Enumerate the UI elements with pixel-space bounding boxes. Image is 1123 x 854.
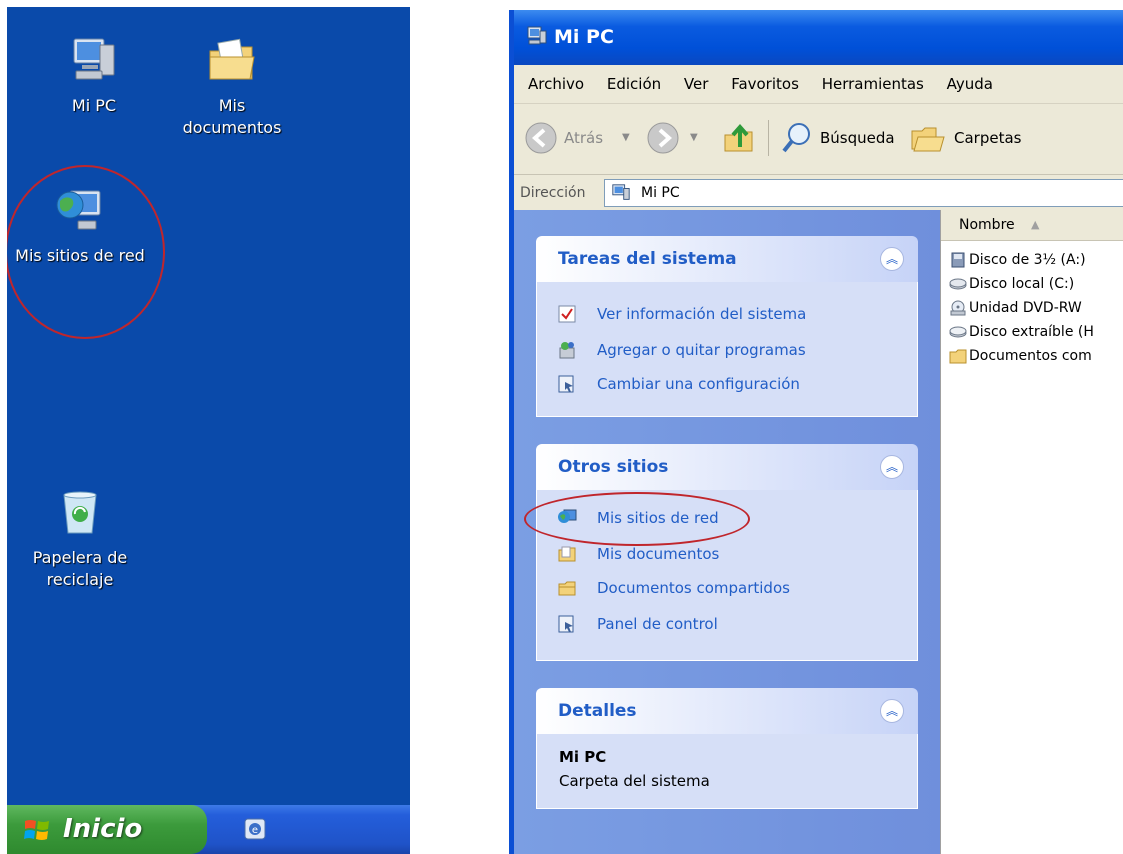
desktop-icon-label: Mi PC [71,96,117,115]
dvd-drive-icon [950,300,966,316]
column-label: Nombre [959,217,1015,233]
file-label: Disco local (C:) [969,276,1075,292]
search-button[interactable]: Búsqueda [780,118,900,158]
other-places-header[interactable]: Otros sitios ︽ [536,444,918,490]
back-dropdown-icon[interactable]: ▼ [622,118,630,158]
highlight-circle-taskpane [524,492,750,546]
up-folder-button[interactable] [722,118,758,158]
add-remove-programs-icon [559,342,575,359]
computer-icon [73,38,115,80]
file-list-pane: Nombre ▲ Disco de 3½ (A:) Disco local (C… [940,210,1123,854]
details-description: Carpeta del sistema [559,772,710,790]
search-label: Búsqueda [820,129,895,147]
folders-icon [911,127,945,152]
computer-icon [527,26,547,45]
collapse-chevron-icon[interactable]: ︽ [880,247,904,271]
explorer-window: Mi PC Archivo Edición Ver Favoritos Herr… [509,10,1123,854]
highlight-circle-desktop [7,165,165,339]
address-value: Mi PC [641,185,680,201]
hard-disk-icon [949,278,967,290]
forward-button[interactable]: ▼ [646,118,706,158]
menu-file[interactable]: Archivo [514,65,593,103]
svg-text:e: e [252,825,258,836]
toolbar-separator [768,120,769,156]
other-places-title: Otros sitios [558,457,669,477]
address-bar: Dirección Mi PC [514,175,1123,212]
sort-ascending-icon: ▲ [1031,218,1040,231]
details-body: Mi PC Carpeta del sistema [536,734,918,809]
search-icon [782,123,810,153]
details-title: Detalles [558,701,637,721]
system-tasks-header[interactable]: Tareas del sistema ︽ [536,236,918,282]
control-panel-icon [558,375,574,393]
recycle-bin-icon [63,491,97,534]
file-label: Disco de 3½ (A:) [969,252,1086,268]
window-title: Mi PC [554,26,614,48]
folders-label: Carpetas [954,129,1022,147]
computer-icon [612,184,630,200]
desktop-icon-label: Mis documentos [182,96,282,137]
system-tasks-title: Tareas del sistema [558,249,737,269]
start-button[interactable]: Inicio [7,805,207,854]
system-info-icon [558,305,576,323]
details-group: Detalles ︽ Mi PC Carpeta del sistema [536,688,918,809]
file-label: Unidad DVD-RW [969,300,1082,316]
details-header[interactable]: Detalles ︽ [536,688,918,734]
quick-launch-icon[interactable]: e [243,817,267,841]
folder-icon [949,349,967,364]
menu-bar: Archivo Edición Ver Favoritos Herramient… [514,65,1123,104]
address-field[interactable]: Mi PC [604,179,1123,207]
menu-tools[interactable]: Herramientas [813,65,933,103]
removable-disk-icon [949,326,967,338]
column-header-name[interactable]: Nombre ▲ [941,210,1123,241]
place-label: Documentos compartidos [597,579,790,597]
start-label: Inicio [63,814,143,844]
file-label: Documentos com [969,348,1092,364]
task-label: Ver información del sistema [597,305,807,323]
menu-edit[interactable]: Edición [598,65,670,103]
folders-button[interactable]: Carpetas [910,118,1040,158]
desktop-icon-label: Papelera de reciclaje [32,548,128,589]
collapse-chevron-icon[interactable]: ︽ [880,699,904,723]
title-bar[interactable]: Mi PC [514,10,1123,65]
forward-dropdown-icon[interactable]: ▼ [690,118,698,158]
toolbar: Atrás ▼ ▼ Búsqueda Carpetas [514,104,1123,175]
taskbar: Inicio e [7,805,410,854]
collapse-chevron-icon[interactable]: ︽ [880,455,904,479]
details-name: Mi PC [559,748,607,766]
back-arrow-icon [525,122,557,154]
forward-arrow-icon [647,122,679,154]
system-tasks-body: Ver información del sistema Agregar o qu… [536,282,918,417]
system-tasks-group: Tareas del sistema ︽ Ver información del… [536,236,918,417]
back-button[interactable]: Atrás ▼ [524,118,634,158]
place-label: Panel de control [597,615,718,633]
documents-folder-icon [209,38,255,80]
task-pane: Tareas del sistema ︽ Ver información del… [514,210,940,854]
file-label: Disco extraíble (H [969,324,1094,340]
desktop-icon-my-computer[interactable]: Mi PC [29,35,159,117]
desktop-icon-my-documents[interactable]: Mis documentos [167,35,297,139]
documents-folder-icon [558,546,576,562]
window-body: Tareas del sistema ︽ Ver información del… [514,210,1123,854]
windows-logo-icon [24,820,49,840]
folder-icon [558,581,576,596]
menu-view[interactable]: Ver [675,65,718,103]
menu-favorites[interactable]: Favoritos [722,65,808,103]
control-panel-icon [558,615,574,633]
task-label: Cambiar una configuración [597,375,800,393]
address-label: Dirección [520,185,586,201]
up-folder-icon [724,123,753,152]
floppy-drive-icon [951,252,965,268]
desktop: Mi PC Mis documentos Mis sitios de red P… [7,7,410,854]
desktop-icon-recycle-bin[interactable]: Papelera de reciclaje [15,487,145,591]
task-label: Agregar o quitar programas [597,341,806,359]
menu-help[interactable]: Ayuda [938,65,1002,103]
other-places-group: Otros sitios ︽ Mis sitios de red Mis doc… [524,444,918,661]
back-label: Atrás [564,129,604,147]
